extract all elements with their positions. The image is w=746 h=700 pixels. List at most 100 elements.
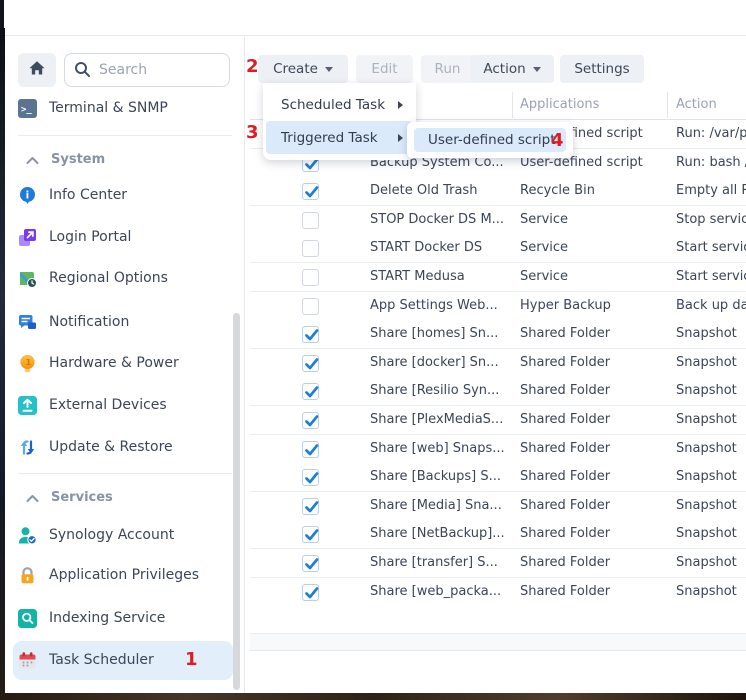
table-row[interactable]: Delete Old Trash Recycle Bin Empty all R xyxy=(250,177,746,206)
settings-button[interactable]: Settings xyxy=(560,55,644,83)
annotation-1: 1 xyxy=(185,651,198,669)
action-button[interactable]: Action xyxy=(470,55,554,83)
sidebar-divider xyxy=(18,135,232,136)
sidebar-item-label: Synology Account xyxy=(49,527,174,543)
create-button[interactable]: Create xyxy=(258,55,348,83)
row-checkbox[interactable] xyxy=(302,298,319,315)
sidebar-scrollbar[interactable] xyxy=(233,313,240,690)
svg-text:1: 1 xyxy=(26,358,32,367)
column-header-applications[interactable]: Applications xyxy=(520,90,599,120)
task-application: Shared Folder xyxy=(520,377,670,405)
table-row[interactable]: App Settings Web... Hyper Backup Back up… xyxy=(250,292,746,321)
table-row[interactable]: Share [homes] Sn... Shared Folder Snapsh… xyxy=(250,320,746,349)
row-checkbox[interactable] xyxy=(302,526,319,543)
task-action: Run: bash / xyxy=(676,149,746,177)
task-name: App Settings Web... xyxy=(370,292,510,320)
sidebar-item-info-center[interactable]: i Info Center xyxy=(18,180,218,210)
table-row[interactable]: Share [NetBackup]... Shared Folder Snaps… xyxy=(250,520,746,549)
sidebar-item-hardware-power[interactable]: 1 Hardware & Power xyxy=(18,348,218,378)
triggered-task-submenu: User-defined script xyxy=(407,122,573,158)
row-checkbox[interactable] xyxy=(302,555,319,572)
column-separator[interactable] xyxy=(667,92,668,118)
sidebar-item-external-devices[interactable]: External Devices xyxy=(18,390,218,420)
sidebar-item-application-privileges[interactable]: Application Privileges xyxy=(18,560,218,590)
sidebar-item-synology-account[interactable]: Synology Account xyxy=(18,520,218,550)
table-row[interactable]: START Medusa Service Start servic xyxy=(250,263,746,292)
sidebar-section-services[interactable]: Services xyxy=(26,486,216,508)
annotation-4: 4 xyxy=(551,132,564,150)
task-application: Service xyxy=(520,234,670,262)
sidebar-divider xyxy=(18,473,232,474)
task-action: Stop servic xyxy=(676,206,746,234)
edit-button[interactable]: Edit xyxy=(356,55,413,83)
svg-text:i: i xyxy=(26,189,30,201)
table-row[interactable]: Share [PlexMediaS... Shared Folder Snaps… xyxy=(250,406,746,435)
table-row[interactable]: Share [Resilio Syn... Shared Folder Snap… xyxy=(250,377,746,406)
task-name: Delete Old Trash xyxy=(370,177,510,205)
table-row[interactable]: Share [Backups] S... Shared Folder Snaps… xyxy=(250,463,746,492)
task-action: Snapshot xyxy=(676,520,746,548)
table-row[interactable]: Share [web_packa... Shared Folder Snapsh… xyxy=(250,578,746,607)
chevron-up-icon xyxy=(26,150,39,169)
annotation-2: 2 xyxy=(246,58,259,76)
table-row[interactable]: STOP Docker DS M... Service Stop servic xyxy=(250,206,746,235)
menu-item-triggered-task[interactable]: Triggered Task xyxy=(266,121,413,154)
row-checkbox[interactable] xyxy=(302,269,319,286)
lightbulb-icon: 1 xyxy=(18,354,37,373)
column-separator[interactable] xyxy=(512,92,513,118)
sidebar-item-label: Login Portal xyxy=(49,229,131,245)
table-row[interactable]: Share [Media] Sna... Shared Folder Snaps… xyxy=(250,492,746,521)
external-device-icon xyxy=(18,396,37,415)
column-header-action[interactable]: Action xyxy=(676,90,717,120)
sidebar-item-login-portal[interactable]: Login Portal xyxy=(18,222,218,252)
row-checkbox[interactable] xyxy=(302,412,319,429)
table-row[interactable]: Share [transfer] S... Shared Folder Snap… xyxy=(250,549,746,578)
row-checkbox[interactable] xyxy=(302,498,319,515)
task-application: Shared Folder xyxy=(520,463,670,491)
home-button[interactable] xyxy=(18,53,56,87)
task-name: Share [Media] Sna... xyxy=(370,492,510,520)
task-name: Share [homes] Sn... xyxy=(370,320,510,348)
row-checkbox[interactable] xyxy=(302,355,319,372)
sidebar-item-regional-options[interactable]: Regional Options xyxy=(18,263,218,293)
table-row[interactable]: Share [web] Snaps... Shared Folder Snaps… xyxy=(250,435,746,464)
task-action: Snapshot xyxy=(676,463,746,491)
menu-item-scheduled-task[interactable]: Scheduled Task xyxy=(266,88,413,121)
regional-options-icon xyxy=(18,269,37,288)
sidebar-item-notification[interactable]: Notification xyxy=(18,307,218,337)
sidebar-item-update-restore[interactable]: Update & Restore xyxy=(18,432,218,462)
task-action: Back up da xyxy=(676,292,746,320)
row-checkbox[interactable] xyxy=(302,469,319,486)
update-restore-icon xyxy=(18,438,37,457)
sidebar-section-system[interactable]: System xyxy=(26,148,216,170)
row-checkbox[interactable] xyxy=(302,584,319,601)
sidebar-item-label: Task Scheduler xyxy=(49,652,154,668)
menu-item-user-defined-script[interactable]: User-defined script xyxy=(414,128,566,152)
task-application: Shared Folder xyxy=(520,406,670,434)
submenu-arrow-icon xyxy=(398,101,403,109)
submenu-arrow-icon xyxy=(398,134,403,142)
task-application: Shared Folder xyxy=(520,549,670,577)
task-application: Service xyxy=(520,263,670,291)
row-checkbox[interactable] xyxy=(302,383,319,400)
table-row[interactable]: START Docker DS Service Start servic xyxy=(250,234,746,263)
row-checkbox[interactable] xyxy=(302,240,319,257)
table-row[interactable]: Share [docker] Sn... Shared Folder Snaps… xyxy=(250,349,746,378)
sidebar-item-label: Update & Restore xyxy=(49,439,173,455)
row-checkbox[interactable] xyxy=(302,212,319,229)
run-button[interactable]: Run xyxy=(421,55,474,83)
task-name: Share [Backups] S... xyxy=(370,463,510,491)
settings-button-label: Settings xyxy=(574,61,629,77)
task-action: Snapshot xyxy=(676,349,746,377)
task-action: Start servic xyxy=(676,263,746,291)
task-application: Hyper Backup xyxy=(520,292,670,320)
sidebar-item-terminal-snmp[interactable]: >_ Terminal & SNMP xyxy=(18,93,218,123)
task-application: Shared Folder xyxy=(520,492,670,520)
row-checkbox[interactable] xyxy=(302,441,319,458)
caret-down-icon xyxy=(533,67,541,72)
row-checkbox[interactable] xyxy=(302,183,319,200)
notification-icon xyxy=(18,313,37,332)
row-checkbox[interactable] xyxy=(302,326,319,343)
sidebar-item-indexing-service[interactable]: Indexing Service xyxy=(18,603,218,633)
terminal-icon: >_ xyxy=(18,99,37,118)
